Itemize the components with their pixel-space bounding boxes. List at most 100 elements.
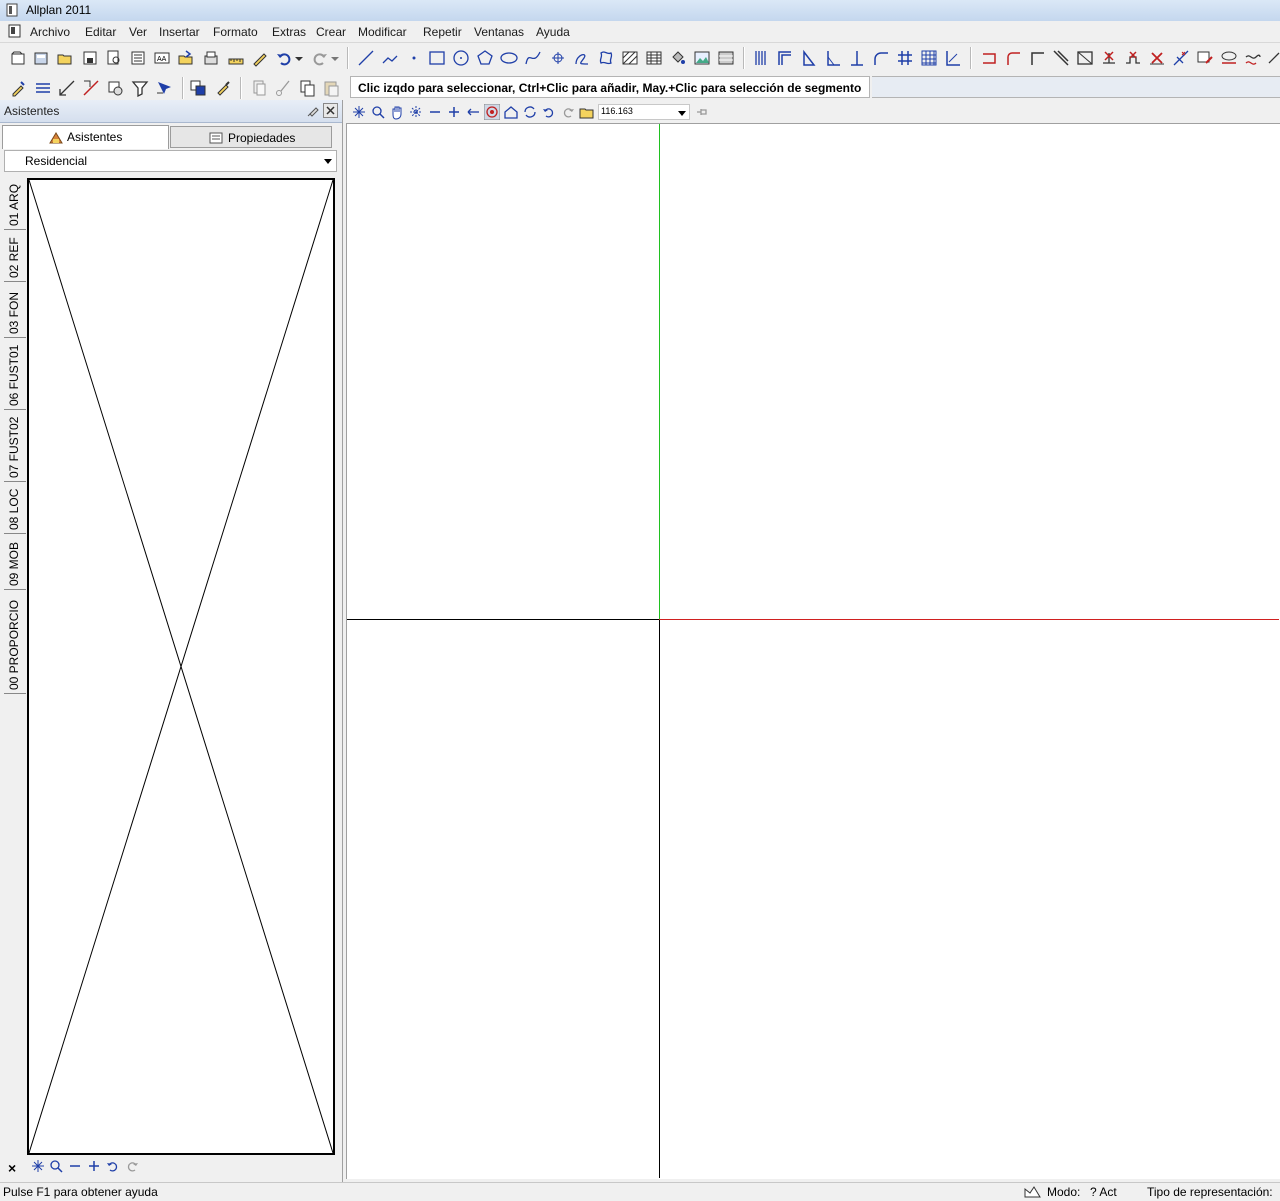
zoom-in-icon[interactable]: [86, 1158, 102, 1174]
more-tools-icon[interactable]: [1268, 49, 1280, 67]
layer-order-icon[interactable]: [189, 79, 207, 97]
pin-view-icon[interactable]: [694, 104, 710, 120]
divide-icon[interactable]: [1076, 49, 1094, 67]
modify-format-icon[interactable]: [1220, 49, 1238, 67]
rotate-left-icon[interactable]: [105, 1158, 121, 1174]
panel-close-button[interactable]: [323, 103, 338, 118]
polygon-icon[interactable]: [476, 49, 494, 67]
parallel-lines-icon[interactable]: [752, 49, 770, 67]
undo-dropdown-icon[interactable]: [294, 49, 304, 67]
save-icon[interactable]: [81, 49, 99, 67]
vtab-02-ref[interactable]: 02 REF: [4, 230, 26, 282]
vtab-08-loc[interactable]: 08 LOC: [4, 482, 26, 534]
snap-point-icon[interactable]: [549, 49, 567, 67]
vtab-00-proporcio[interactable]: 00 PROPORCIO: [4, 590, 26, 694]
vtab-01-arq[interactable]: 01 ARQ: [4, 178, 26, 230]
menu-formato[interactable]: Formato: [213, 25, 258, 39]
delete-segment-icon[interactable]: [1100, 49, 1118, 67]
point-icon[interactable]: [405, 49, 423, 67]
refresh-icon[interactable]: [522, 104, 538, 120]
brush-icon[interactable]: [214, 79, 232, 97]
drawing-tools-icon[interactable]: [251, 49, 269, 67]
freeform-icon[interactable]: [597, 49, 615, 67]
scale-combo[interactable]: 116.163: [598, 104, 690, 120]
intersect-icon[interactable]: [1172, 49, 1190, 67]
drawing-canvas[interactable]: [346, 123, 1280, 1179]
document-icon[interactable]: [8, 24, 21, 38]
stretch-icon[interactable]: [1244, 49, 1262, 67]
ellipse-icon[interactable]: [500, 49, 518, 67]
chamfer-icon[interactable]: [824, 49, 842, 67]
regenerate-icon[interactable]: [408, 104, 424, 120]
offset-icon[interactable]: [776, 49, 794, 67]
copy-format-icon[interactable]: [106, 79, 124, 97]
dimension-line-icon[interactable]: [58, 79, 76, 97]
zoom-in-icon[interactable]: [446, 104, 462, 120]
menu-ventanas[interactable]: Ventanas: [474, 25, 524, 39]
menu-extras[interactable]: Extras: [272, 25, 306, 39]
rotate-right-icon[interactable]: [124, 1158, 140, 1174]
plot-icon[interactable]: [202, 49, 220, 67]
vtab-07-fust02[interactable]: 07 FUST02: [4, 410, 26, 482]
split-icon[interactable]: [1052, 49, 1070, 67]
new-file-icon[interactable]: [9, 49, 27, 67]
trim-icon[interactable]: [980, 49, 998, 67]
undo-icon[interactable]: [275, 49, 293, 67]
pattern-icon[interactable]: [645, 49, 663, 67]
polyline-icon[interactable]: [381, 49, 399, 67]
input-line[interactable]: [872, 76, 1280, 98]
print-preview-icon[interactable]: [105, 49, 123, 67]
hatch-icon[interactable]: [621, 49, 639, 67]
join-icon[interactable]: [1028, 49, 1046, 67]
style-area-icon[interactable]: [717, 49, 735, 67]
matrix-icon[interactable]: [920, 49, 938, 67]
delete-icon[interactable]: [1148, 49, 1166, 67]
category-dropdown[interactable]: Residencial: [4, 150, 337, 172]
paste-icon[interactable]: [322, 79, 340, 97]
home-view-icon[interactable]: [503, 104, 519, 120]
menu-editar[interactable]: Editar: [85, 25, 116, 39]
menu-crear[interactable]: Crear: [316, 25, 346, 39]
previous-view-icon[interactable]: [465, 104, 481, 120]
line-icon[interactable]: [357, 49, 375, 67]
redo-view-icon[interactable]: [560, 104, 576, 120]
menu-archivo[interactable]: Archivo: [30, 25, 70, 39]
modify-dimension-icon[interactable]: [82, 79, 100, 97]
tab-asistentes[interactable]: Asistentes: [2, 125, 169, 149]
filter-icon[interactable]: [131, 79, 149, 97]
export-icon[interactable]: [177, 49, 195, 67]
corner-icon[interactable]: [800, 49, 818, 67]
menu-repetir[interactable]: Repetir: [423, 25, 462, 39]
select-cursor-icon[interactable]: [155, 79, 173, 97]
edit-text-icon[interactable]: [1196, 49, 1214, 67]
open-view-icon[interactable]: [579, 104, 595, 120]
vtab-09-mob[interactable]: 09 MOB: [4, 534, 26, 590]
redo-dropdown-icon[interactable]: [330, 49, 340, 67]
extend-icon[interactable]: [1004, 49, 1022, 67]
pan-hand-icon[interactable]: [389, 104, 405, 120]
pipette-icon[interactable]: [9, 79, 27, 97]
text-style-icon[interactable]: AA: [153, 49, 171, 67]
zoom-all-icon[interactable]: [351, 104, 367, 120]
tab-propiedades[interactable]: Propiedades: [170, 126, 332, 148]
grid-icon[interactable]: [896, 49, 914, 67]
redo-icon[interactable]: [311, 49, 329, 67]
menu-insertar[interactable]: Insertar: [159, 25, 200, 39]
zoom-out-icon[interactable]: [427, 104, 443, 120]
open-project-icon[interactable]: [32, 49, 50, 67]
vtab-03-fon[interactable]: 03 FON: [4, 282, 26, 338]
menu-ayuda[interactable]: Ayuda: [536, 25, 570, 39]
menu-ver[interactable]: Ver: [129, 25, 147, 39]
vtab-06-fust01[interactable]: 06 FUST01: [4, 338, 26, 410]
rectangle-icon[interactable]: [428, 49, 446, 67]
curve-icon[interactable]: [573, 49, 591, 67]
close-preview-button[interactable]: ×: [8, 1160, 16, 1176]
open-folder-icon[interactable]: [56, 49, 74, 67]
menu-modificar[interactable]: Modificar: [358, 25, 407, 39]
list-icon[interactable]: [129, 49, 147, 67]
fillet-icon[interactable]: [872, 49, 890, 67]
measure-icon[interactable]: [227, 49, 245, 67]
scissors-icon[interactable]: [274, 79, 292, 97]
bitmap-icon[interactable]: [693, 49, 711, 67]
undo-view-icon[interactable]: [541, 104, 557, 120]
